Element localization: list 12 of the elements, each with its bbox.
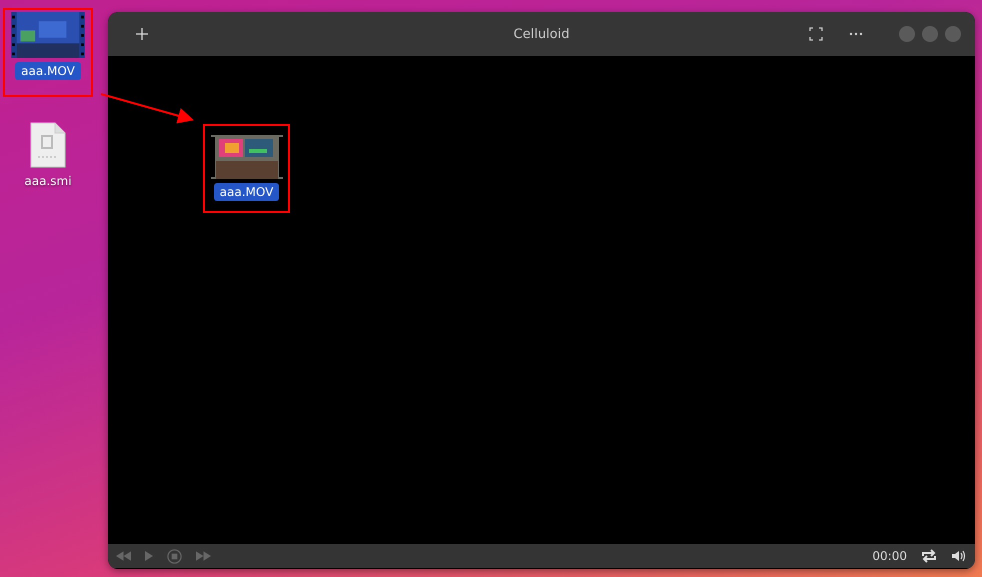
file-name[interactable]: aaa.MOV (15, 62, 81, 80)
plus-icon (136, 28, 148, 40)
repeat-icon[interactable] (921, 549, 937, 563)
file-name: aaa.MOV (214, 183, 280, 201)
fullscreen-icon[interactable] (809, 27, 823, 41)
time-label: 00:00 (872, 549, 907, 563)
video-thumbnail-icon[interactable] (10, 12, 86, 58)
volume-icon[interactable] (951, 549, 967, 563)
window-title: Celluloid (514, 26, 570, 42)
document-icon[interactable] (29, 122, 67, 168)
more-icon[interactable] (849, 32, 863, 36)
file-name[interactable]: aaa.smi (18, 172, 78, 190)
